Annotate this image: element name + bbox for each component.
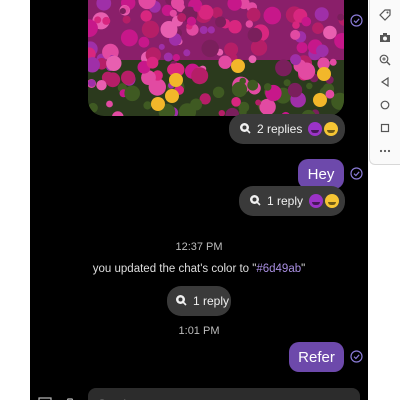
chat-screen: 2 replies Hey 1 reply 12:37 PM you updat… — [30, 0, 368, 400]
thread-icon — [249, 194, 261, 209]
thread-replies-pill[interactable]: 2 replies — [229, 114, 345, 144]
timestamp: 12:37 PM — [175, 241, 223, 253]
zoom-in-icon[interactable] — [377, 52, 393, 68]
message-input[interactable]: Send a message — [88, 388, 360, 400]
devil-emoji-icon — [308, 122, 323, 136]
thread-replies-label: 2 replies — [257, 122, 303, 136]
devil-emoji-icon — [309, 194, 324, 208]
overview-square-icon[interactable] — [377, 120, 393, 136]
read-receipt-icon — [350, 350, 363, 363]
message-text: Hey — [307, 165, 335, 183]
color-value: #6d49ab — [256, 263, 302, 275]
camera-icon[interactable] — [377, 29, 393, 45]
system-message: you updated the chat's color to "#6d49ab… — [92, 263, 306, 275]
reaction-list[interactable] — [309, 194, 340, 208]
thread-icon — [239, 122, 251, 137]
timestamp: 1:01 PM — [178, 325, 220, 337]
message-bubble-refer[interactable]: Refer — [289, 342, 344, 372]
message-text: Refer — [298, 348, 335, 366]
tag-icon[interactable] — [377, 7, 393, 23]
back-triangle-icon[interactable] — [377, 74, 393, 90]
thread-reply-label: 1 reply — [267, 194, 304, 208]
reaction-list[interactable] — [308, 122, 339, 136]
photo-message-image[interactable] — [88, 0, 344, 116]
gallery-icon[interactable] — [38, 394, 52, 400]
read-receipt-icon — [350, 14, 363, 27]
system-thread-reply-pill[interactable]: 1 reply — [167, 286, 231, 316]
laughing-emoji-icon — [325, 194, 340, 208]
camera-icon[interactable] — [62, 394, 78, 400]
emulator-toolbar — [369, 0, 400, 165]
message-composer: Send a message — [30, 382, 368, 400]
home-circle-icon[interactable] — [377, 97, 393, 113]
message-bubble-hey[interactable]: Hey — [298, 159, 344, 189]
thread-reply-label: 1 reply — [193, 294, 230, 308]
thread-reply-pill[interactable]: 1 reply — [239, 186, 345, 216]
thread-icon — [175, 294, 187, 309]
laughing-emoji-icon — [324, 122, 339, 136]
more-icon[interactable] — [377, 143, 393, 159]
flower-photo — [88, 0, 344, 116]
read-receipt-icon — [350, 167, 363, 180]
